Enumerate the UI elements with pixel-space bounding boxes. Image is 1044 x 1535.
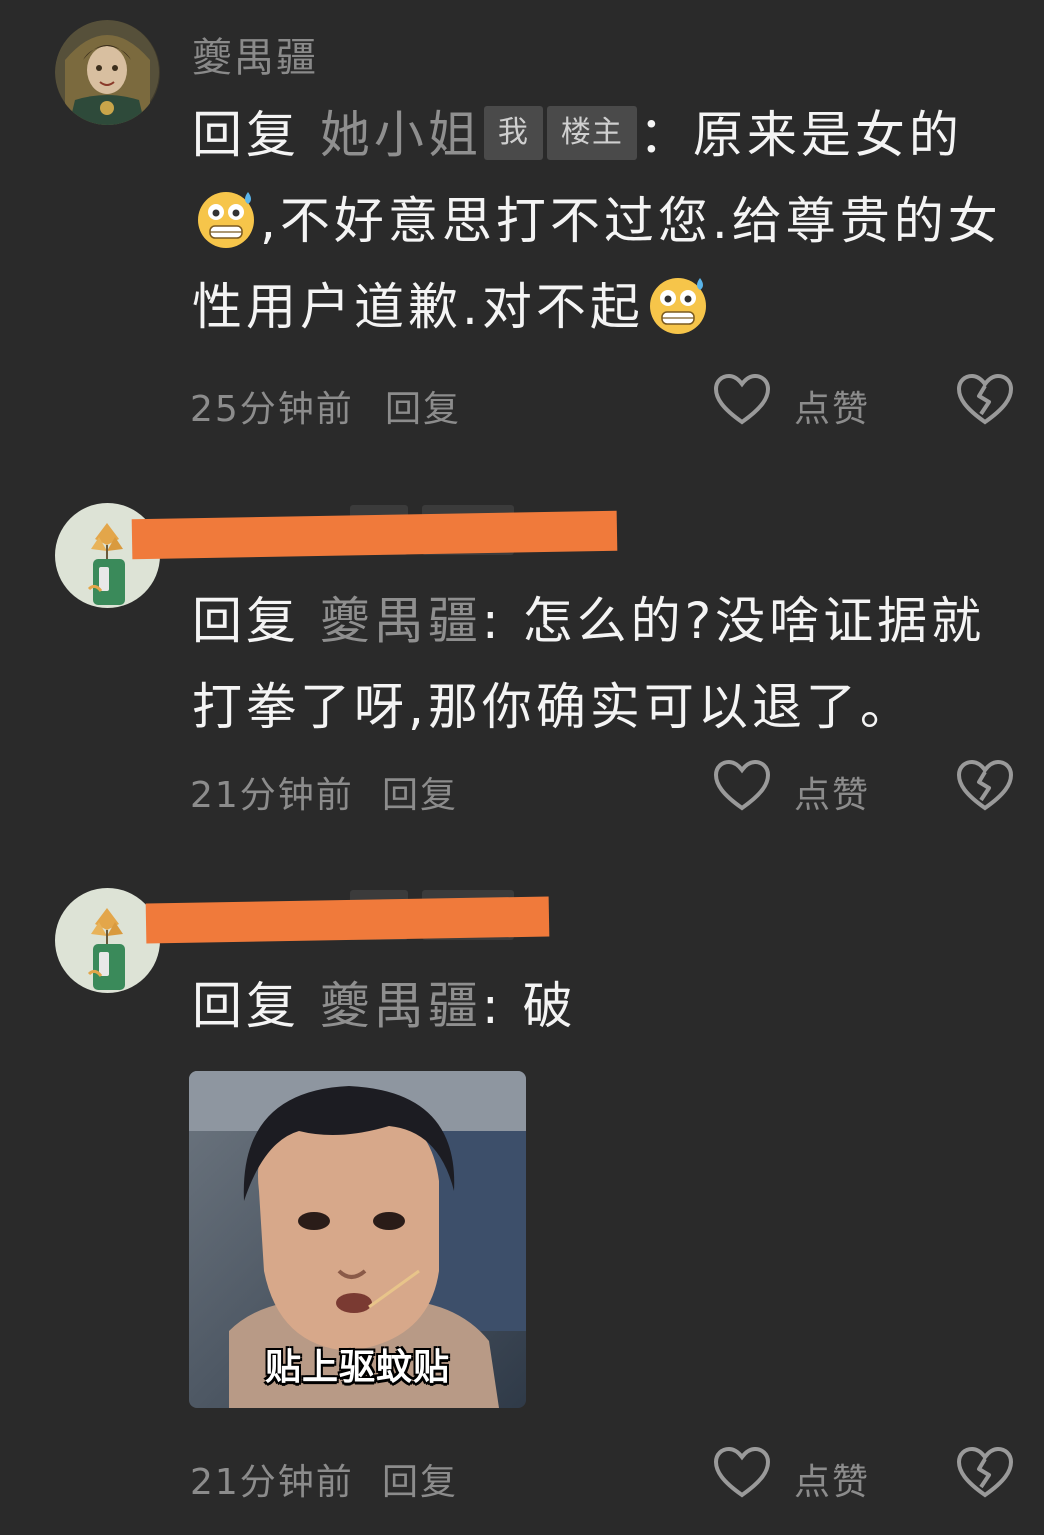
avatar-illustration-icon xyxy=(55,20,160,125)
mention-username[interactable]: 夔禺疆 xyxy=(320,977,482,1035)
tag-me: 我 xyxy=(483,106,543,160)
reply-button[interactable]: 回复 xyxy=(382,766,458,818)
sticker-caption: 贴上驱蚊贴 xyxy=(264,1347,450,1388)
reply-keyword: 回复 xyxy=(192,977,300,1035)
comment-text-part1: ：原来是女的 xyxy=(638,106,963,164)
reply-button[interactable]: 回复 xyxy=(385,380,461,432)
comment-meta: 25分钟前 回复 点赞 xyxy=(190,372,1044,432)
heart-outline-icon[interactable] xyxy=(712,758,772,814)
comment-text-part2: ,不好意思打不过您.给尊贵的女性用户道歉.对不起 xyxy=(192,192,1002,336)
grimacing-sweat-emoji-icon xyxy=(649,278,706,334)
broken-heart-icon[interactable] xyxy=(955,758,1015,814)
timestamp: 21分钟前 xyxy=(190,1462,354,1503)
comment-text: : 怎么的?没啥证据就打拳了呀,那你确实可以退了。 xyxy=(192,592,986,736)
sticker-image[interactable]: 贴上驱蚊贴 xyxy=(189,1071,526,1408)
comment-body: 回复 夔禺疆: 怎么的?没啥证据就打拳了呀,那你确实可以退了。 xyxy=(192,578,1022,750)
reply-button[interactable]: 回复 xyxy=(382,1453,458,1505)
reply-keyword: 回复 xyxy=(192,592,300,650)
tag-op: 楼主 xyxy=(546,106,637,160)
comment-meta: 21分钟前 回复 点赞 xyxy=(190,1445,1044,1505)
comment-meta: 21分钟前 回复 点赞 xyxy=(190,758,1044,818)
heart-outline-icon[interactable] xyxy=(712,1445,772,1501)
comment-body: 回复 夔禺疆: 破 xyxy=(192,963,1022,1049)
username[interactable]: 夔禺疆 xyxy=(192,25,318,83)
like-label[interactable]: 点赞 xyxy=(794,1453,870,1505)
redacted-username xyxy=(131,510,618,560)
like-label[interactable]: 点赞 xyxy=(794,766,870,818)
ginkgo-avatar-icon xyxy=(55,888,160,993)
timestamp: 25分钟前 xyxy=(190,389,354,430)
grimacing-sweat-emoji-icon xyxy=(198,192,254,248)
broken-heart-icon[interactable] xyxy=(955,1445,1015,1501)
timestamp: 21分钟前 xyxy=(190,775,354,816)
redacted-username xyxy=(145,896,550,944)
comment-body: 回复 她小姐我楼主 ：原来是女的 ,不好意思打不过您.给尊贵的女性用户道歉.对不起 xyxy=(192,92,1022,350)
comment-text: : 破 xyxy=(481,977,577,1035)
mention-username[interactable]: 她小姐 xyxy=(320,106,482,164)
reply-keyword: 回复 xyxy=(192,106,300,164)
user-avatar[interactable] xyxy=(55,888,160,993)
like-label[interactable]: 点赞 xyxy=(794,380,870,432)
broken-heart-icon[interactable] xyxy=(955,372,1015,428)
heart-outline-icon[interactable] xyxy=(712,372,772,428)
mention-username[interactable]: 夔禺疆 xyxy=(320,592,482,650)
user-avatar[interactable] xyxy=(55,20,160,125)
